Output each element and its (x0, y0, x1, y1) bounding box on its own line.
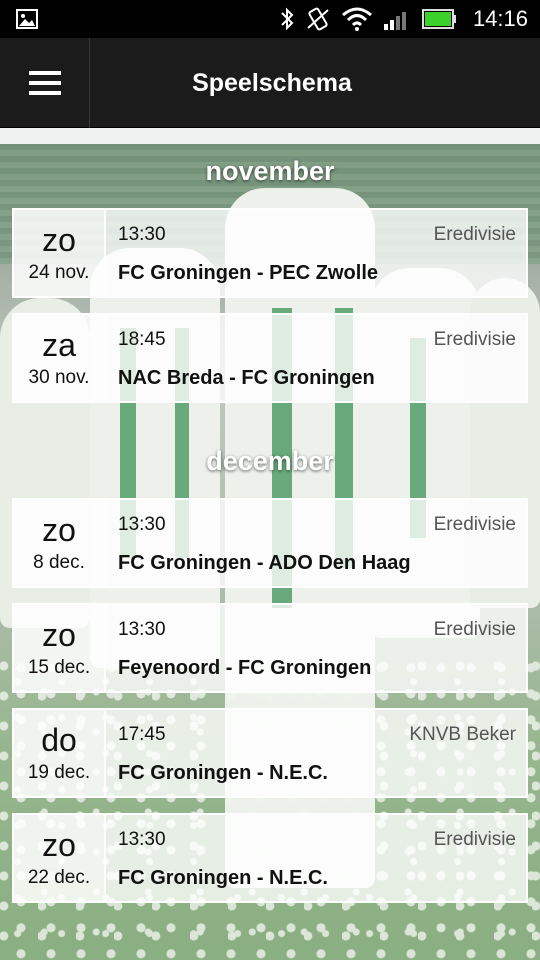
month-header-november: november (205, 156, 335, 186)
match-day-month: 24 nov. (28, 262, 90, 283)
match-info: 18:45 Eredivisie NAC Breda - FC Groninge… (106, 315, 526, 401)
match-date: zo 8 dec. (14, 500, 106, 586)
match-teams: FC Groningen - PEC Zwolle (118, 262, 378, 284)
status-bar: 14:16 (0, 0, 540, 38)
match-time: 17:45 (118, 724, 166, 745)
match-date: do 19 dec. (14, 710, 106, 796)
match-weekday: do (41, 722, 77, 758)
match-card[interactable]: zo 15 dec. 13:30 Eredivisie Feyenoord - … (12, 603, 528, 693)
menu-button[interactable] (0, 38, 90, 128)
match-teams: NAC Breda - FC Groningen (118, 367, 375, 389)
match-info: 13:30 Eredivisie FC Groningen - ADO Den … (106, 500, 526, 586)
match-teams: Feyenoord - FC Groningen (118, 657, 372, 679)
match-time: 13:30 (118, 619, 166, 640)
match-competition: Eredivisie (433, 329, 516, 350)
action-bar: Speelschema (0, 38, 540, 128)
match-teams: FC Groningen - ADO Den Haag (118, 552, 411, 574)
match-time: 18:45 (118, 329, 166, 350)
match-day-month: 15 dec. (27, 657, 91, 678)
match-time: 13:30 (118, 514, 166, 535)
signal-icon (383, 12, 406, 30)
match-card[interactable]: zo 24 nov. 13:30 Eredivisie FC Groningen… (12, 208, 528, 298)
match-teams: FC Groningen - N.E.C. (118, 867, 328, 889)
status-time: 14:16 (472, 6, 528, 31)
match-weekday: zo (42, 222, 76, 258)
match-date: zo 15 dec. (14, 605, 106, 691)
match-day-month: 19 dec. (27, 762, 91, 783)
match-weekday: za (42, 327, 76, 363)
match-weekday: zo (42, 827, 76, 863)
match-day-month: 30 nov. (28, 367, 90, 388)
page-title: Speelschema (192, 68, 352, 97)
match-card[interactable]: zo 8 dec. 13:30 Eredivisie FC Groningen … (12, 498, 528, 588)
match-weekday: zo (42, 512, 76, 548)
match-info: 13:30 Eredivisie FC Groningen - N.E.C. (106, 815, 526, 901)
vibrate-icon (307, 7, 329, 31)
bluetooth-icon (281, 7, 294, 31)
match-info: 13:30 Eredivisie FC Groningen - PEC Zwol… (106, 210, 526, 296)
battery-icon (421, 9, 456, 29)
match-teams: FC Groningen - N.E.C. (118, 762, 328, 784)
match-weekday: zo (42, 617, 76, 653)
match-time: 13:30 (118, 829, 166, 850)
match-card[interactable]: za 30 nov. 18:45 Eredivisie NAC Breda - … (12, 313, 528, 403)
match-date: zo 22 dec. (14, 815, 106, 901)
match-competition: Eredivisie (433, 224, 516, 245)
match-competition: Eredivisie (433, 829, 516, 850)
match-day-month: 22 dec. (27, 867, 91, 888)
match-card[interactable]: zo 22 dec. 13:30 Eredivisie FC Groningen… (12, 813, 528, 903)
wifi-icon (341, 7, 372, 31)
match-competition: Eredivisie (433, 619, 516, 640)
match-competition: Eredivisie (433, 514, 516, 535)
hamburger-menu-icon (28, 71, 61, 95)
match-info: 13:30 Eredivisie Feyenoord - FC Groninge… (106, 605, 526, 691)
match-day-month: 8 dec. (33, 552, 85, 573)
match-competition: KNVB Beker (409, 724, 516, 745)
match-date: za 30 nov. (14, 315, 106, 401)
match-date: zo 24 nov. (14, 210, 106, 296)
match-info: 17:45 KNVB Beker FC Groningen - N.E.C. (106, 710, 526, 796)
picture-icon (16, 9, 38, 29)
match-time: 13:30 (118, 224, 166, 245)
month-header-december: december (206, 446, 334, 476)
match-card[interactable]: do 19 dec. 17:45 KNVB Beker FC Groningen… (12, 708, 528, 798)
